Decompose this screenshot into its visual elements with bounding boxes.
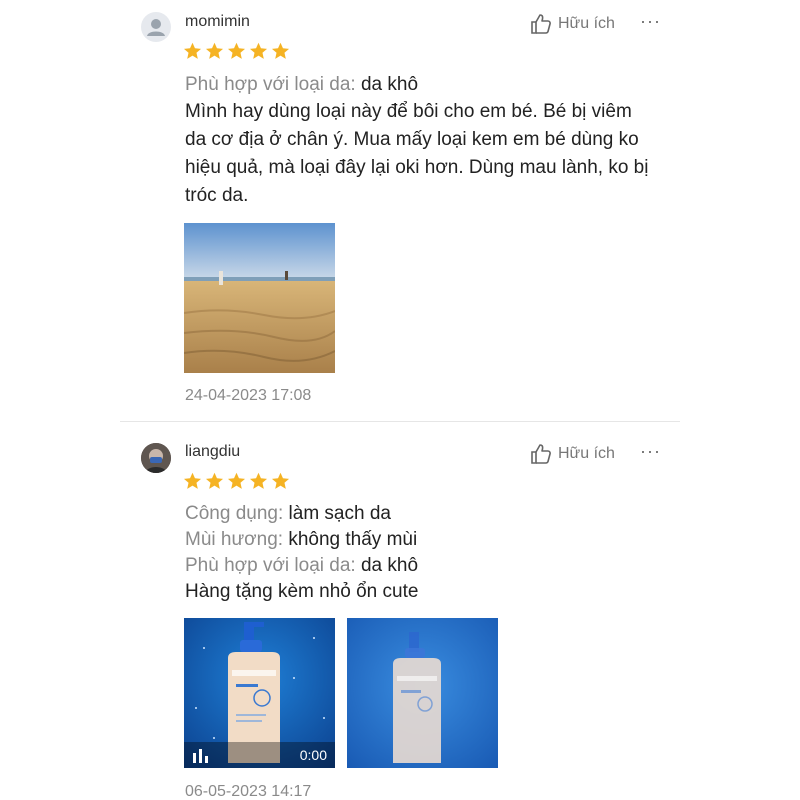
helpful-button[interactable]: Hữu ích	[530, 13, 615, 35]
review-item: liangdiu Hữu ích ··· Công dụng: làm sạch…	[0, 430, 800, 800]
attribute-value: không thấy mùi	[288, 529, 418, 550]
avatar[interactable]	[141, 443, 171, 473]
attribute-label: Mùi hương:	[185, 529, 284, 550]
review-video-thumbnail[interactable]: 0:00	[184, 618, 335, 768]
star-rating	[183, 42, 290, 60]
thumbs-up-icon	[531, 444, 551, 464]
user-photo-icon	[141, 443, 171, 473]
star-icon	[271, 42, 290, 59]
reviewer-username[interactable]: momimin	[185, 13, 250, 31]
star-icon	[227, 42, 246, 59]
user-silhouette-icon	[147, 19, 165, 36]
video-bars-icon	[193, 749, 208, 763]
attribute-value: da khô	[360, 555, 419, 576]
attribute-value: da khô	[360, 74, 419, 95]
video-bar[interactable]: 0:00	[184, 742, 335, 768]
reviewer-username[interactable]: liangdiu	[185, 443, 240, 461]
attribute-label: Phù hợp với loại da:	[185, 555, 356, 576]
attribute-skin-type: Phù hợp với loại da: da khô	[185, 72, 418, 98]
star-rating	[183, 472, 290, 490]
beach-photo	[184, 223, 335, 373]
attribute-value: làm sạch da	[288, 503, 391, 524]
attribute-label: Công dụng:	[185, 503, 284, 524]
helpful-button[interactable]: Hữu ích	[530, 443, 615, 465]
star-icon	[205, 42, 224, 59]
star-icon	[205, 472, 224, 489]
more-options-button[interactable]: ···	[640, 441, 661, 462]
review-item: momimin Hữu ích ··· Phù hợp với loại da:…	[0, 0, 800, 420]
star-icon	[271, 472, 290, 489]
thumbs-up-icon	[531, 14, 551, 34]
helpful-label: Hữu ích	[558, 445, 615, 462]
star-icon	[249, 42, 268, 59]
star-icon	[183, 472, 202, 489]
attribute-skin-type: Phù hợp với loại da: da khô	[185, 553, 418, 579]
helpful-label: Hữu ích	[558, 15, 615, 32]
video-duration: 0:00	[299, 747, 327, 763]
more-options-button[interactable]: ···	[640, 11, 661, 32]
review-text: Hàng tặng kèm nhỏ ổn cute	[185, 581, 419, 602]
star-icon	[183, 42, 202, 59]
attribute-scent: Mùi hương: không thấy mùi	[185, 527, 417, 553]
review-timestamp: 24-04-2023 17:08	[185, 387, 312, 404]
star-icon	[249, 472, 268, 489]
review-divider	[120, 421, 680, 422]
review-timestamp: 06-05-2023 14:17	[185, 783, 312, 800]
review-photo-beach[interactable]	[184, 223, 335, 373]
attribute-label: Phù hợp với loại da:	[185, 74, 356, 95]
product-bottle-blurry-photo	[347, 618, 498, 768]
avatar[interactable]	[141, 12, 171, 42]
star-icon	[227, 472, 246, 489]
review-photo-product[interactable]	[347, 618, 498, 768]
attribute-usage: Công dụng: làm sạch da	[185, 501, 391, 527]
review-text: Mình hay dùng loại này để bôi cho em bé.…	[185, 101, 649, 206]
